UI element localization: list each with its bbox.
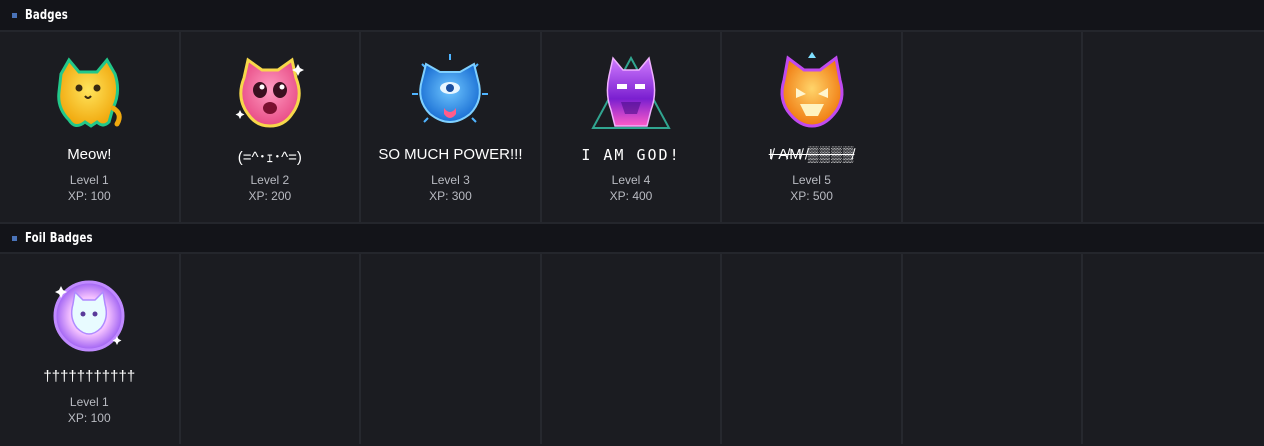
blue-cat-badge-icon	[408, 52, 492, 136]
badge-xp: XP: 200	[248, 189, 292, 203]
foil-cat-badge-icon	[47, 274, 131, 358]
badges-section: Badges Meow! Level 1 XP: 100 (=^･ｪ･^=) L…	[0, 0, 1264, 222]
badge-level: Level 4	[611, 173, 651, 187]
badge-card[interactable]: I AM GOD! Level 4 XP: 400	[542, 32, 723, 222]
empty-badge-slot	[903, 254, 1084, 444]
badge-xp: XP: 300	[429, 189, 472, 203]
badge-name: I̸ A̸M̸ ̸▒▒▒▒̸	[768, 146, 855, 163]
badge-xp: XP: 100	[67, 189, 111, 203]
badge-name: I AM GOD!	[581, 146, 681, 164]
badge-level: Level 1	[69, 395, 109, 409]
gold-cat-badge-icon	[770, 52, 854, 136]
badge-card[interactable]: ††††††††††† Level 1 XP: 100	[0, 254, 181, 444]
badge-level: Level 5	[792, 173, 831, 187]
empty-badge-slot	[1083, 254, 1264, 444]
empty-badge-slot	[903, 32, 1084, 222]
yellow-cat-badge-icon	[47, 52, 131, 136]
section-bullet-icon	[12, 235, 17, 241]
badge-name: Meow!	[67, 146, 112, 163]
badges-title: Badges	[25, 7, 68, 23]
badge-card[interactable]: Meow! Level 1 XP: 100	[0, 32, 181, 222]
badge-level: Level 3	[431, 173, 470, 187]
badge-name: SO MUCH POWER!!!	[378, 146, 523, 163]
empty-badge-slot	[361, 254, 542, 444]
foil-badges-header: Foil Badges	[0, 222, 1264, 254]
empty-badge-slot	[1083, 32, 1264, 222]
pink-cat-badge-icon	[228, 52, 312, 136]
foil-badges-section: Foil Badges ††††††††††† Level 1 XP: 100	[0, 222, 1264, 444]
badge-name: †††††††††††	[43, 368, 136, 385]
badge-xp: XP: 500	[790, 189, 833, 203]
badge-level: Level 1	[69, 173, 109, 187]
badge-xp: XP: 100	[67, 411, 111, 425]
badge-level: Level 2	[250, 173, 290, 187]
empty-badge-slot	[722, 254, 903, 444]
badge-xp: XP: 400	[609, 189, 653, 203]
purple-cat-badge-icon	[589, 52, 673, 136]
badge-card[interactable]: I̸ A̸M̸ ̸▒▒▒▒̸ Level 5 XP: 500	[722, 32, 903, 222]
badge-card[interactable]: (=^･ｪ･^=) Level 2 XP: 200	[181, 32, 362, 222]
empty-badge-slot	[542, 254, 723, 444]
badges-grid: Meow! Level 1 XP: 100 (=^･ｪ･^=) Level 2 …	[0, 32, 1264, 222]
foil-badges-title: Foil Badges	[25, 230, 93, 246]
badge-card[interactable]: SO MUCH POWER!!! Level 3 XP: 300	[361, 32, 542, 222]
empty-badge-slot	[181, 254, 362, 444]
badge-name: (=^･ｪ･^=)	[237, 149, 302, 166]
foil-badges-grid: ††††††††††† Level 1 XP: 100	[0, 254, 1264, 444]
badges-header: Badges	[0, 0, 1264, 32]
section-bullet-icon	[12, 12, 17, 18]
